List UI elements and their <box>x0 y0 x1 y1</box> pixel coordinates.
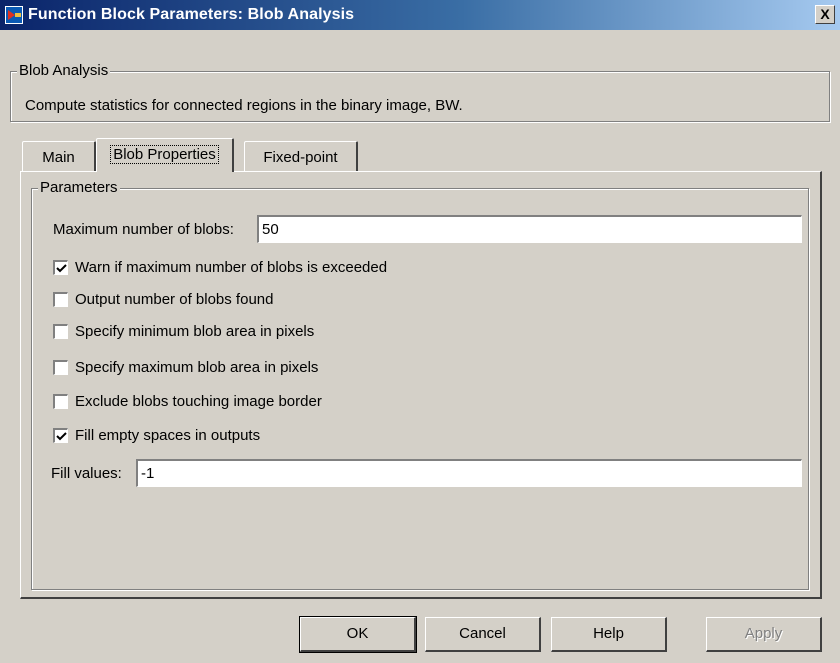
checkbox-label: Specify maximum blob area in pixels <box>75 359 319 376</box>
apply-button[interactable]: Apply <box>706 617 822 652</box>
checkbox-box[interactable] <box>53 324 68 339</box>
block-description: Compute statistics for connected regions… <box>25 97 463 114</box>
title-bar[interactable]: Function Block Parameters: Blob Analysis… <box>0 0 840 30</box>
checkbox-label: Specify minimum blob area in pixels <box>75 323 315 340</box>
tab-main[interactable]: Main <box>22 141 96 171</box>
checkmark-icon <box>56 432 67 441</box>
fill-values-input[interactable] <box>136 459 802 487</box>
parameters-group: Parameters <box>31 179 809 590</box>
close-icon: X <box>820 6 830 22</box>
checkbox-box[interactable] <box>53 260 68 275</box>
description-group: Blob Analysis Compute statistics for con… <box>10 62 830 122</box>
fill-values-label: Fill values: <box>51 465 122 482</box>
max-blobs-label: Maximum number of blobs: <box>53 221 234 238</box>
tab-blob-properties-label: Blob Properties <box>110 145 219 164</box>
close-button[interactable]: X <box>815 5 835 24</box>
checkbox-box[interactable] <box>53 428 68 443</box>
tab-fixed-point-label: Fixed-point <box>263 149 338 166</box>
window-title: Function Block Parameters: Blob Analysis <box>28 6 355 23</box>
parameters-group-title: Parameters <box>38 179 120 196</box>
ok-button[interactable]: OK <box>299 616 417 653</box>
help-button[interactable]: Help <box>551 617 667 652</box>
checkbox-box[interactable] <box>53 292 68 307</box>
tab-blob-properties[interactable]: Blob Properties <box>96 138 234 172</box>
checkbox-label: Fill empty spaces in outputs <box>75 427 261 444</box>
tab-panel: Parameters Maximum number of blobs: Warn… <box>20 171 822 599</box>
max-blobs-input[interactable] <box>257 215 802 243</box>
checkmark-icon <box>56 264 67 273</box>
simulink-block-icon <box>5 6 23 24</box>
checkbox-label: Exclude blobs touching image border <box>75 393 322 410</box>
checkbox-label: Output number of blobs found <box>75 291 274 308</box>
tab-main-label: Main <box>42 149 75 166</box>
checkbox-box[interactable] <box>53 360 68 375</box>
checkbox-box[interactable] <box>53 394 68 409</box>
description-group-title: Blob Analysis <box>17 62 111 79</box>
cancel-button[interactable]: Cancel <box>425 617 541 652</box>
checkbox-label: Warn if maximum number of blobs is excee… <box>75 259 388 276</box>
tab-fixed-point[interactable]: Fixed-point <box>244 141 358 171</box>
